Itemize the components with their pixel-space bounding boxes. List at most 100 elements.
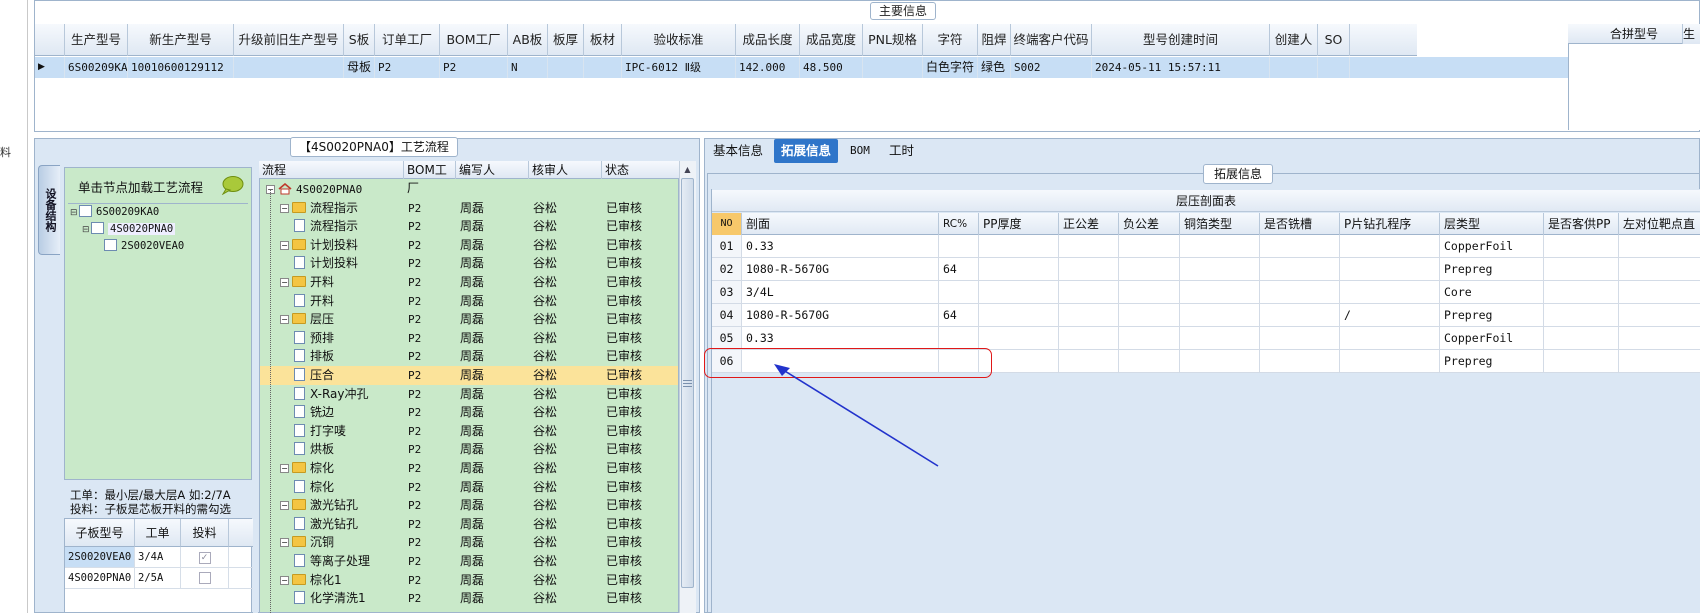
- flow-author-cell[interactable]: 周磊: [460, 515, 484, 534]
- flow-status-cell[interactable]: 已审核: [606, 440, 642, 459]
- flow-name-cell[interactable]: 烘板: [294, 440, 334, 459]
- flow-reviewer-cell[interactable]: 谷松: [533, 254, 557, 273]
- flow-author-cell[interactable]: 周磊: [460, 236, 484, 255]
- flow-reviewer-cell[interactable]: 谷松: [533, 571, 557, 590]
- col-acceptance-standard[interactable]: 验收标准: [622, 24, 736, 56]
- flow-name-cell[interactable]: 等离子处理: [294, 552, 370, 571]
- flow-author-cell[interactable]: 周磊: [460, 552, 484, 571]
- flow-status-cell[interactable]: 已审核: [606, 385, 642, 404]
- flow-author-cell[interactable]: 周磊: [460, 273, 484, 292]
- col-bom-factory[interactable]: BOM工厂: [440, 24, 508, 56]
- cell-customer-code[interactable]: S002: [1011, 57, 1092, 78]
- cell-section[interactable]: 1080-R-5670G: [742, 258, 939, 280]
- tree-node-root[interactable]: ⊟ 6S00209KA0: [70, 204, 159, 220]
- cell-plus-tolerance[interactable]: [1059, 327, 1119, 349]
- flow-reviewer-cell[interactable]: 谷松: [533, 422, 557, 441]
- cell-left-target[interactable]: [1619, 235, 1700, 257]
- flow-row[interactable]: 化学清洗1 P2 周磊 谷松 已审核: [260, 589, 678, 608]
- cell-character[interactable]: 白色字符: [923, 57, 978, 78]
- cell-no[interactable]: 03: [712, 281, 742, 303]
- cell-p-drill-program[interactable]: [1340, 235, 1440, 257]
- cell-width[interactable]: 48.500: [800, 57, 863, 78]
- col-flow-status[interactable]: 状态: [602, 161, 679, 179]
- cell-slot-milling[interactable]: [1260, 327, 1340, 349]
- cell-pp-thickness[interactable]: [979, 281, 1059, 303]
- flow-status-cell[interactable]: 已审核: [606, 552, 642, 571]
- col-sub-model[interactable]: 子板型号: [65, 519, 135, 547]
- flow-author-cell[interactable]: 周磊: [460, 422, 484, 441]
- flow-bom-cell[interactable]: P2: [408, 422, 421, 441]
- col-order-factory[interactable]: 订单工厂: [375, 24, 440, 56]
- col-flow-reviewer[interactable]: 核审人: [529, 161, 602, 179]
- col-created-time[interactable]: 型号创建时间: [1092, 24, 1270, 56]
- flow-bom-cell[interactable]: P2: [408, 366, 421, 385]
- cell-copper-type[interactable]: [1180, 235, 1260, 257]
- cell-new-production-model[interactable]: 10010600129112: [128, 57, 234, 78]
- cell-minus-tolerance[interactable]: [1119, 258, 1180, 280]
- cell-slot-milling[interactable]: [1260, 235, 1340, 257]
- flow-author-cell[interactable]: 周磊: [460, 440, 484, 459]
- flow-bom-cell[interactable]: P2: [408, 199, 421, 218]
- feed-checkbox[interactable]: ✓: [198, 552, 211, 564]
- cell-material[interactable]: [584, 57, 622, 78]
- flow-row[interactable]: 计划投料 P2 周磊 谷松 已审核: [260, 254, 678, 273]
- table-row[interactable]: 05 0.33 CopperFoil: [712, 327, 1700, 350]
- cell-solder-mask[interactable]: 绿色: [978, 57, 1011, 78]
- flow-bom-cell[interactable]: P2: [408, 571, 421, 590]
- flow-bom-cell[interactable]: P2: [408, 273, 421, 292]
- flow-bom-cell[interactable]: P2: [408, 217, 421, 236]
- flow-row[interactable]: 压合 P2 周磊 谷松 已审核: [260, 366, 678, 385]
- collapse-icon[interactable]: −: [280, 464, 289, 473]
- cell-customer-pp[interactable]: [1544, 235, 1619, 257]
- flow-status-cell[interactable]: 已审核: [606, 347, 642, 366]
- flow-author-cell[interactable]: 周磊: [460, 310, 484, 329]
- cell-no[interactable]: 05: [712, 327, 742, 349]
- cell-bom-factory[interactable]: P2: [440, 57, 508, 78]
- cell-pp-thickness[interactable]: [979, 327, 1059, 349]
- col-so[interactable]: SO: [1318, 24, 1350, 56]
- collapse-icon[interactable]: −: [280, 278, 289, 287]
- cell-p-drill-program[interactable]: [1340, 258, 1440, 280]
- flow-name-cell[interactable]: 打字唛: [294, 422, 346, 441]
- col-flow[interactable]: 流程: [259, 161, 404, 179]
- col-ab-board[interactable]: AB板: [508, 24, 548, 56]
- cell-created-time[interactable]: 2024-05-11 15:57:11: [1092, 57, 1270, 78]
- flow-name-cell[interactable]: − 棕化: [280, 459, 334, 478]
- flow-reviewer-cell[interactable]: 谷松: [533, 217, 557, 236]
- cell-p-drill-program[interactable]: [1340, 350, 1440, 372]
- col-section[interactable]: 剖面: [742, 213, 939, 235]
- flow-name-cell[interactable]: 排板: [294, 347, 334, 366]
- flow-author-cell[interactable]: 周磊: [460, 589, 484, 608]
- col-customer-code[interactable]: 终端客户代码: [1011, 24, 1092, 56]
- flow-status-cell[interactable]: 已审核: [606, 589, 642, 608]
- cell-copper-type[interactable]: [1180, 281, 1260, 303]
- cell-slot-milling[interactable]: [1260, 258, 1340, 280]
- cell-pp-thickness[interactable]: [979, 258, 1059, 280]
- cell-plus-tolerance[interactable]: [1059, 258, 1119, 280]
- flow-reviewer-cell[interactable]: 谷松: [533, 199, 557, 218]
- col-pp-thickness[interactable]: PP厚度: [979, 213, 1059, 235]
- flow-name-cell[interactable]: X-Ray冲孔: [294, 385, 368, 404]
- cell-section[interactable]: 0.33: [742, 235, 939, 257]
- cell-no[interactable]: 04: [712, 304, 742, 326]
- cell-production-model[interactable]: 6S00209KA0: [65, 57, 128, 78]
- cell-slot-milling[interactable]: [1260, 281, 1340, 303]
- table-row[interactable]: 2S0020VEA0 3/4A ✓: [65, 547, 253, 568]
- flow-reviewer-cell[interactable]: 谷松: [533, 533, 557, 552]
- cell-rc[interactable]: [939, 327, 979, 349]
- flow-status-cell[interactable]: 已审核: [606, 273, 642, 292]
- flow-bom-cell[interactable]: P2: [408, 385, 421, 404]
- cell-rc[interactable]: [939, 235, 979, 257]
- col-slot-milling[interactable]: 是否铣槽: [1260, 213, 1340, 235]
- merge-model-header-2[interactable]: 生: [1682, 24, 1700, 44]
- col-rc[interactable]: RC%: [939, 213, 979, 235]
- table-row[interactable]: 04 1080-R-5670G 64 /Prepreg: [712, 304, 1700, 327]
- flow-reviewer-cell[interactable]: 谷松: [533, 515, 557, 534]
- flow-row[interactable]: 烘板 P2 周磊 谷松 已审核: [260, 440, 678, 459]
- flow-bom-cell[interactable]: P2: [408, 496, 421, 515]
- flow-author-cell[interactable]: 周磊: [460, 403, 484, 422]
- cell-p-drill-program[interactable]: [1340, 281, 1440, 303]
- flow-row[interactable]: − 激光钻孔 P2 周磊 谷松 已审核: [260, 496, 678, 515]
- flow-name-cell[interactable]: − 流程指示: [280, 199, 358, 218]
- collapse-icon[interactable]: −: [280, 315, 289, 325]
